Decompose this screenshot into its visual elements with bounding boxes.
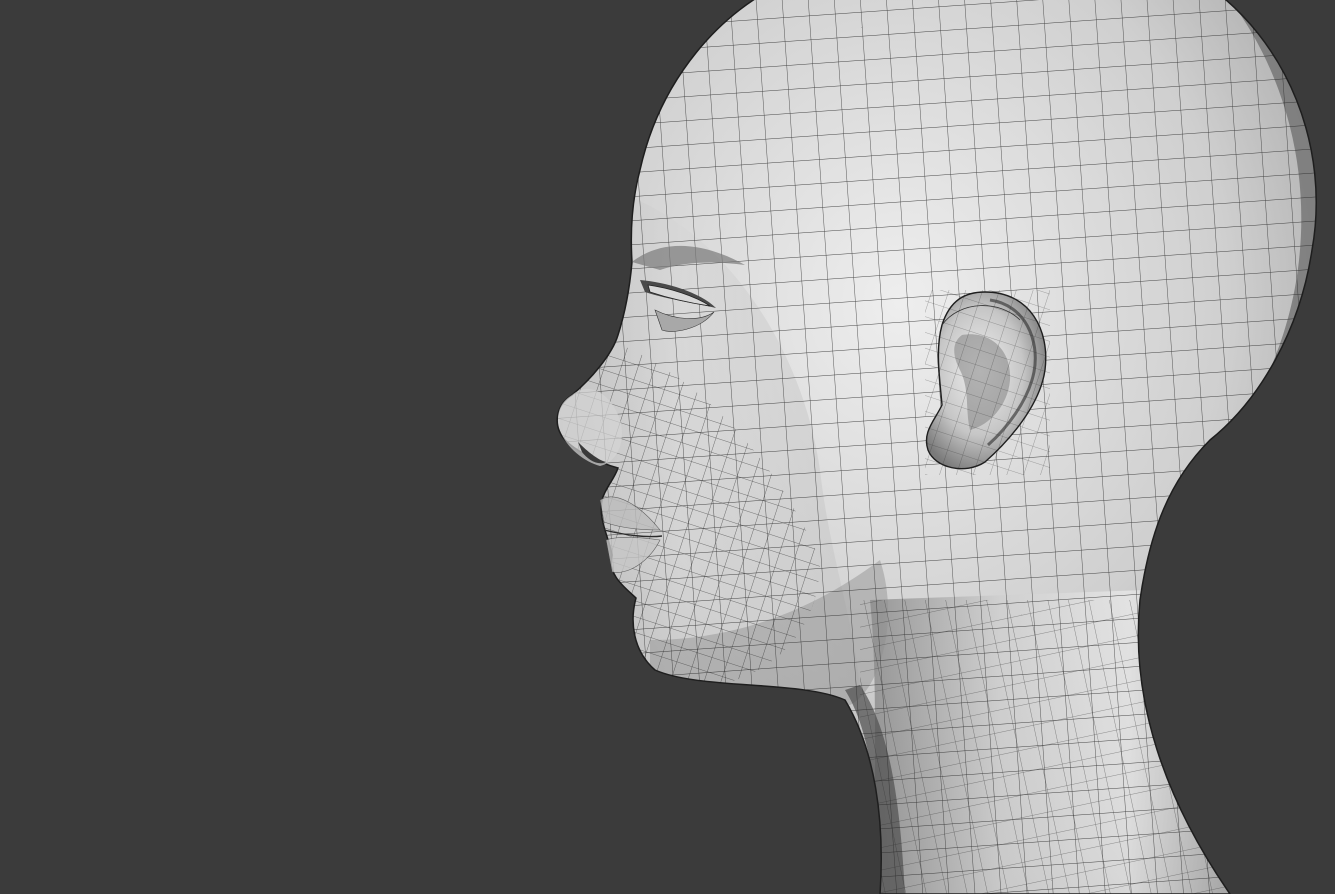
head-render xyxy=(0,0,1335,894)
ear xyxy=(925,290,1050,475)
3d-viewport[interactable] xyxy=(0,0,1335,894)
